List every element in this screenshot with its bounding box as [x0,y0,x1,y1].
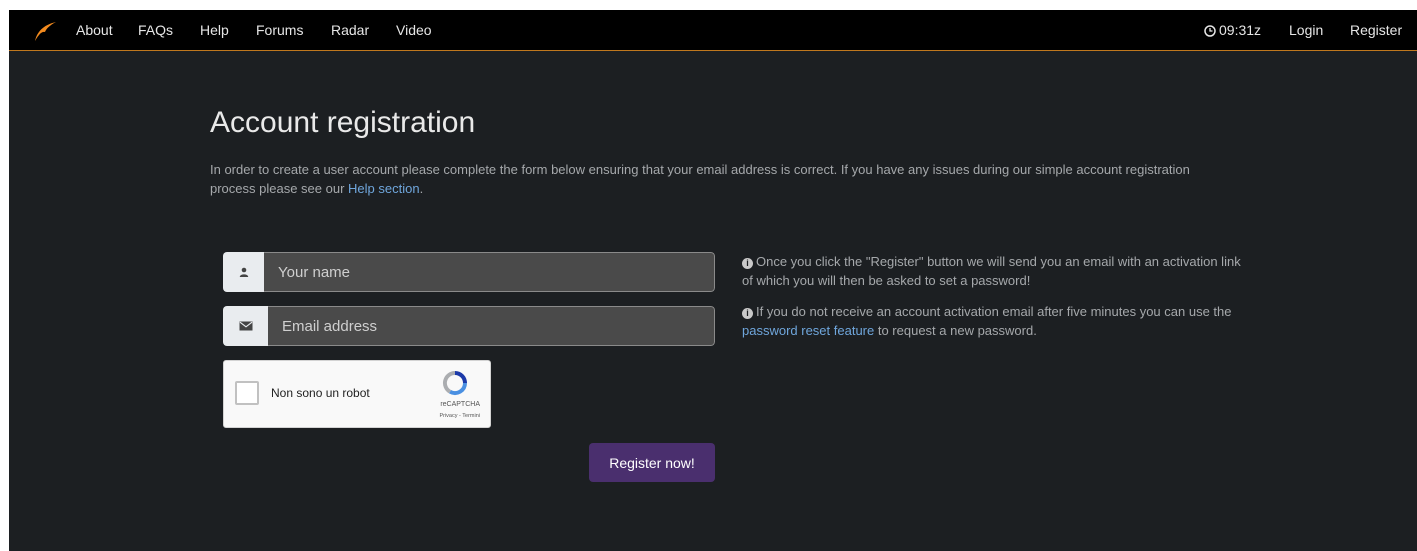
password-reset-link[interactable]: password reset feature [742,323,874,338]
recaptcha-widget: Non sono un robot reCAPTCHA Privacy - Te… [223,360,491,428]
nav-help-link[interactable]: Help [200,21,229,39]
top-navbar: About FAQs Help Forums Radar Video 09:31… [9,10,1417,51]
nav-about-link[interactable]: About [76,21,113,39]
utc-clock: 09:31z [1204,21,1261,39]
name-input-group [223,252,715,292]
user-icon [239,267,248,277]
page-frame: About FAQs Help Forums Radar Video 09:31… [9,10,1417,551]
intro-end: . [419,181,424,196]
flame-logo[interactable] [33,20,57,42]
info-circle-icon: i [742,258,753,269]
recaptcha-checkbox[interactable] [235,381,259,405]
nav-register-link[interactable]: Register [1350,21,1402,39]
recaptcha-privacy-terms[interactable]: Privacy - Termini [439,413,480,419]
recaptcha-label: Non sono un robot [271,386,370,400]
info-line2-end: to request a new password. [874,323,1037,338]
help-section-link[interactable]: Help section [348,181,420,196]
info-reset-note: i If you do not receive an account activa… [742,302,1242,340]
nav-radar-link[interactable]: Radar [331,21,369,39]
register-now-button[interactable]: Register now! [589,443,715,482]
recaptcha-logo [442,371,467,396]
nav-login-link[interactable]: Login [1289,21,1323,39]
utc-time: 09:31z [1219,22,1262,38]
recaptcha-brand: reCAPTCHA [440,401,480,408]
email-input[interactable] [268,306,715,346]
name-addon [223,252,264,292]
info-register-note: i Once you click the "Register" button we… [742,252,1242,290]
email-input-group [223,306,715,346]
page-title: Account registration [210,106,476,139]
info-circle-icon: i [742,308,753,319]
clock-icon [1204,25,1216,37]
intro-paragraph: In order to create a user account please… [210,160,1220,198]
envelope-icon [239,321,252,331]
info-line2-start: If you do not receive an account activat… [756,304,1232,319]
email-addon [223,306,268,346]
nav-video-link[interactable]: Video [396,21,432,39]
name-input[interactable] [264,252,715,292]
nav-faqs-link[interactable]: FAQs [138,21,173,39]
info-line1: Once you click the "Register" button we … [742,254,1241,288]
nav-forums-link[interactable]: Forums [256,21,303,39]
